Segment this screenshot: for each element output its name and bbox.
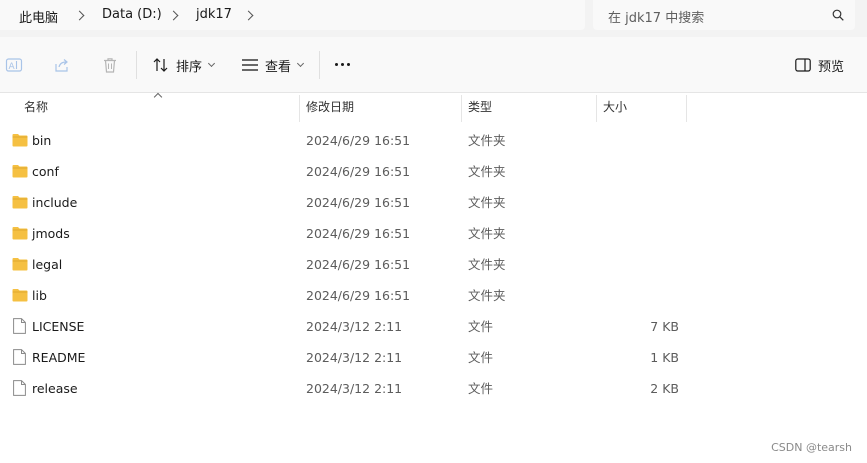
file-type: 文件 — [468, 350, 494, 365]
column-divider[interactable] — [461, 95, 462, 122]
list-item[interactable]: release 2024/3/12 2:11 文件 2 KB — [0, 373, 867, 404]
file-date: 2024/6/29 16:51 — [306, 257, 411, 272]
folder-icon — [12, 165, 28, 178]
file-name: conf — [32, 164, 59, 179]
file-date: 2024/3/12 2:11 — [306, 319, 403, 334]
list-item[interactable]: bin 2024/6/29 16:51 文件夹 — [0, 125, 867, 156]
file-name: release — [32, 381, 78, 396]
chevron-right-icon[interactable] — [243, 10, 254, 21]
address-row: 此电脑 Data (D:) jdk17 在 jdk17 中搜索 — [0, 0, 867, 37]
list-item[interactable]: conf 2024/6/29 16:51 文件夹 — [0, 156, 867, 187]
folder-icon — [12, 227, 28, 240]
view-label: 查看 — [265, 59, 292, 75]
file-name: README — [32, 350, 86, 365]
preview-label: 预览 — [818, 59, 845, 75]
chevron-right-icon[interactable] — [168, 10, 179, 21]
document-icon — [13, 318, 26, 334]
list-item[interactable]: LICENSE 2024/3/12 2:11 文件 7 KB — [0, 311, 867, 342]
chevron-down-icon — [207, 59, 216, 68]
column-header-type[interactable]: 类型 — [468, 93, 492, 122]
file-type: 文件夹 — [468, 257, 506, 272]
folder-icon — [12, 134, 28, 147]
breadcrumb-item-this-pc[interactable]: 此电脑 — [19, 7, 58, 26]
list-item[interactable]: lib 2024/6/29 16:51 文件夹 — [0, 280, 867, 311]
column-divider[interactable] — [299, 95, 300, 122]
folder-icon — [12, 196, 28, 209]
column-divider[interactable] — [686, 95, 687, 122]
watermark: CSDN @tearsh — [771, 441, 852, 454]
list-item[interactable]: README 2024/3/12 2:11 文件 1 KB — [0, 342, 867, 373]
view-button[interactable]: 查看 — [241, 54, 305, 76]
svg-text:A: A — [9, 62, 16, 72]
file-name: legal — [32, 257, 63, 272]
file-type: 文件 — [468, 381, 494, 396]
toolbar-divider — [319, 51, 320, 79]
column-header-size[interactable]: 大小 — [603, 93, 627, 122]
file-size: 2 KB — [650, 381, 679, 396]
search-input[interactable]: 在 jdk17 中搜索 — [593, 0, 855, 30]
search-icon[interactable] — [832, 9, 844, 21]
list-item[interactable]: include 2024/6/29 16:51 文件夹 — [0, 187, 867, 218]
list-item[interactable]: legal 2024/6/29 16:51 文件夹 — [0, 249, 867, 280]
view-icon — [242, 59, 258, 71]
sort-button[interactable]: 排序 — [152, 54, 216, 76]
file-date: 2024/6/29 16:51 — [306, 164, 411, 179]
preview-pane-button[interactable]: 预览 — [795, 54, 844, 76]
file-name: bin — [32, 133, 52, 148]
sort-label: 排序 — [176, 59, 203, 75]
file-size: 7 KB — [650, 319, 679, 334]
breadcrumb-item-drive[interactable]: Data (D:) — [102, 7, 162, 22]
breadcrumb[interactable]: 此电脑 Data (D:) jdk17 — [0, 0, 585, 30]
file-date: 2024/3/12 2:11 — [306, 350, 403, 365]
sort-icon — [153, 58, 168, 72]
search-placeholder: 在 jdk17 中搜索 — [608, 11, 705, 26]
sort-ascending-icon — [153, 92, 163, 102]
column-divider[interactable] — [596, 95, 597, 122]
file-type: 文件夹 — [468, 164, 506, 179]
chevron-right-icon[interactable] — [74, 10, 85, 21]
file-list: bin 2024/6/29 16:51 文件夹 conf 2024/6/29 1… — [0, 125, 867, 404]
preview-pane-icon — [795, 58, 811, 72]
column-header-name[interactable]: 名称 — [24, 93, 48, 122]
file-size: 1 KB — [650, 350, 679, 365]
file-name: lib — [32, 288, 47, 303]
breadcrumb-item-jdk17[interactable]: jdk17 — [196, 7, 232, 22]
delete-icon[interactable] — [101, 56, 119, 74]
file-date: 2024/6/29 16:51 — [306, 195, 411, 210]
file-name: LICENSE — [32, 319, 85, 334]
file-date: 2024/6/29 16:51 — [306, 226, 411, 241]
document-icon — [13, 349, 26, 365]
list-item[interactable]: jmods 2024/6/29 16:51 文件夹 — [0, 218, 867, 249]
rename-icon[interactable]: A — [5, 56, 23, 74]
share-icon[interactable] — [53, 56, 71, 74]
folder-icon — [12, 258, 28, 271]
more-options-icon[interactable] — [335, 63, 350, 66]
document-icon — [13, 380, 26, 396]
toolbar-divider — [136, 51, 137, 79]
file-date: 2024/3/12 2:11 — [306, 381, 403, 396]
command-bar: A 排序 查看 预览 — [0, 37, 867, 93]
column-header-row: 名称 修改日期 类型 大小 — [0, 92, 867, 122]
folder-icon — [12, 289, 28, 302]
file-type: 文件夹 — [468, 195, 506, 210]
file-name: jmods — [32, 226, 70, 241]
file-name: include — [32, 195, 78, 210]
file-type: 文件夹 — [468, 226, 506, 241]
file-type: 文件夹 — [468, 288, 506, 303]
file-type: 文件夹 — [468, 133, 506, 148]
chevron-down-icon — [296, 59, 305, 68]
file-date: 2024/6/29 16:51 — [306, 133, 411, 148]
file-type: 文件 — [468, 319, 494, 334]
file-date: 2024/6/29 16:51 — [306, 288, 411, 303]
column-header-date[interactable]: 修改日期 — [306, 93, 354, 122]
